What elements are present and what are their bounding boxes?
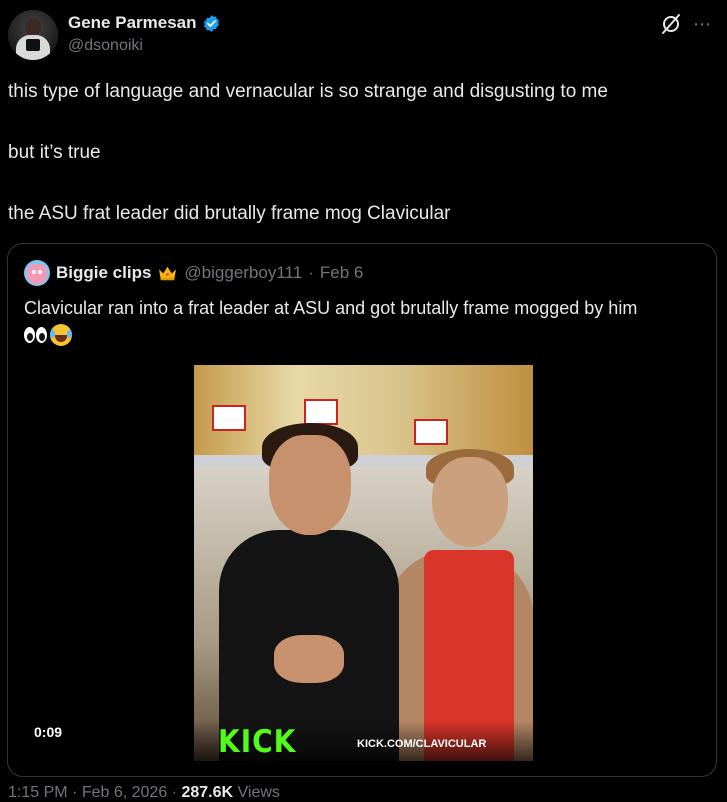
tweet-line-1: this type of language and vernacular is … <box>8 81 608 102</box>
quoted-tweet-text: Clavicular ran into a frat leader at ASU… <box>24 296 704 346</box>
views-count: 287.6K <box>181 784 234 801</box>
quoted-author-handle[interactable]: @biggerboy111 <box>184 263 302 283</box>
tears-of-joy-emoji-icon <box>50 324 72 346</box>
quoted-author-avatar[interactable] <box>24 260 50 286</box>
quoted-tweet-header: Biggie clips @biggerboy111 · Feb 6 <box>24 260 363 286</box>
crown-emoji-icon <box>159 266 177 280</box>
quoted-author-name[interactable]: Biggie clips <box>56 263 151 283</box>
video-duration: 0:09 <box>34 724 63 740</box>
author-name-row: Gene Parmesan <box>68 13 221 33</box>
tweet-time[interactable]: 1:15 PM <box>8 784 68 801</box>
meta-separator: · <box>72 784 82 801</box>
author-name[interactable]: Gene Parmesan <box>68 13 197 33</box>
tweet-meta: 1:15 PM · Feb 6, 2026 · 287.6K Views <box>8 784 280 802</box>
grok-icon[interactable] <box>659 12 683 36</box>
tweet-date[interactable]: Feb 6, 2026 <box>82 784 167 801</box>
views-label: Views <box>237 784 280 801</box>
video-player[interactable]: KICK KICK.COM/CLAVICULAR <box>194 365 533 761</box>
quoted-tweet-body: Clavicular ran into a frat leader at ASU… <box>24 298 638 318</box>
tweet-header: Gene Parmesan @dsonoiki ⋯ <box>0 0 727 70</box>
emoji-row <box>24 324 704 346</box>
kick-logo: KICK <box>218 723 297 760</box>
author-avatar[interactable] <box>8 10 58 60</box>
quoted-tweet[interactable]: Biggie clips @biggerboy111 · Feb 6 Clavi… <box>7 243 717 777</box>
more-icon[interactable]: ⋯ <box>693 14 712 35</box>
tweet-line-2: but it’s true <box>8 142 101 163</box>
quoted-tweet-date[interactable]: Feb 6 <box>320 263 363 283</box>
tweet-line-3: the ASU frat leader did brutally frame m… <box>8 203 451 224</box>
verified-badge-icon <box>203 14 219 32</box>
kick-url: KICK.COM/CLAVICULAR <box>357 738 487 750</box>
date-separator: · <box>308 263 314 282</box>
meta-separator: · <box>171 784 182 801</box>
eyes-emoji-icon <box>24 324 48 346</box>
author-handle[interactable]: @dsonoiki <box>68 37 143 55</box>
